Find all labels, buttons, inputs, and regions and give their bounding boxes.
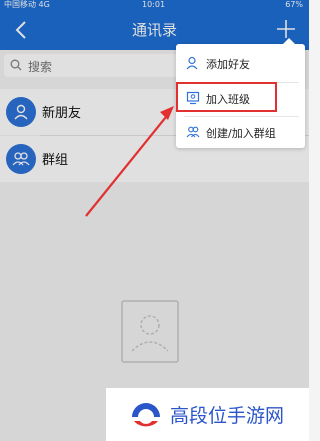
watermark-logo (132, 403, 160, 427)
watermark-text: 高段位手游网 (170, 405, 285, 427)
watermark: 高段位手游网 (106, 388, 309, 441)
annotation-arrow (85, 106, 174, 217)
